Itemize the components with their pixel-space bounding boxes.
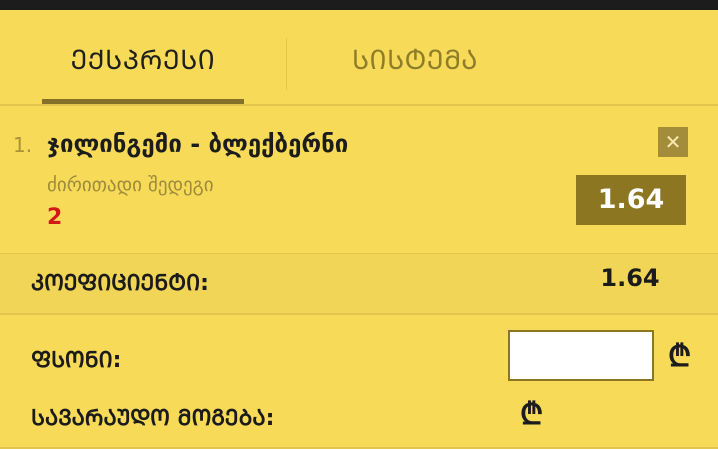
coefficient-value: 1.64 [600,264,660,292]
potential-win-label: ᲡᲐᲕᲐᲠᲐᲣᲓᲝ ᲛᲝᲒᲔᲑᲐ: [31,406,275,431]
lari-currency-icon: ₾ [520,397,544,432]
close-icon: ✕ [664,130,682,154]
bet-odds: 1.64 [576,175,686,225]
lari-currency-icon: ₾ [668,339,692,374]
stake-input[interactable] [508,330,654,381]
tab-express[interactable]: ᲔᲥᲡᲞᲠᲔᲡᲘ [42,40,244,77]
coefficient-label: ᲙᲝᲔᲤᲘᲪᲘᲔᲜᲢᲘ: [31,271,209,296]
bet-selection: 2 [47,205,63,230]
bet-match-name: ჯილინგემი - ბლექბერნი [47,130,349,158]
divider [0,313,718,315]
divider [0,104,718,106]
tab-system[interactable]: ᲡᲘᲡᲢᲔᲛᲐ [300,40,530,77]
bet-index: 1. [13,133,33,157]
stake-label: ᲤᲡᲝᲜᲘ: [31,348,122,373]
tab-divider [286,38,287,90]
top-bar [0,0,718,10]
bet-market: ძირითადი შედეგი [47,174,214,196]
betslip-tabs: ᲔᲥᲡᲞᲠᲔᲡᲘ ᲡᲘᲡᲢᲔᲛᲐ [0,10,718,106]
remove-bet-button[interactable]: ✕ [658,127,688,157]
